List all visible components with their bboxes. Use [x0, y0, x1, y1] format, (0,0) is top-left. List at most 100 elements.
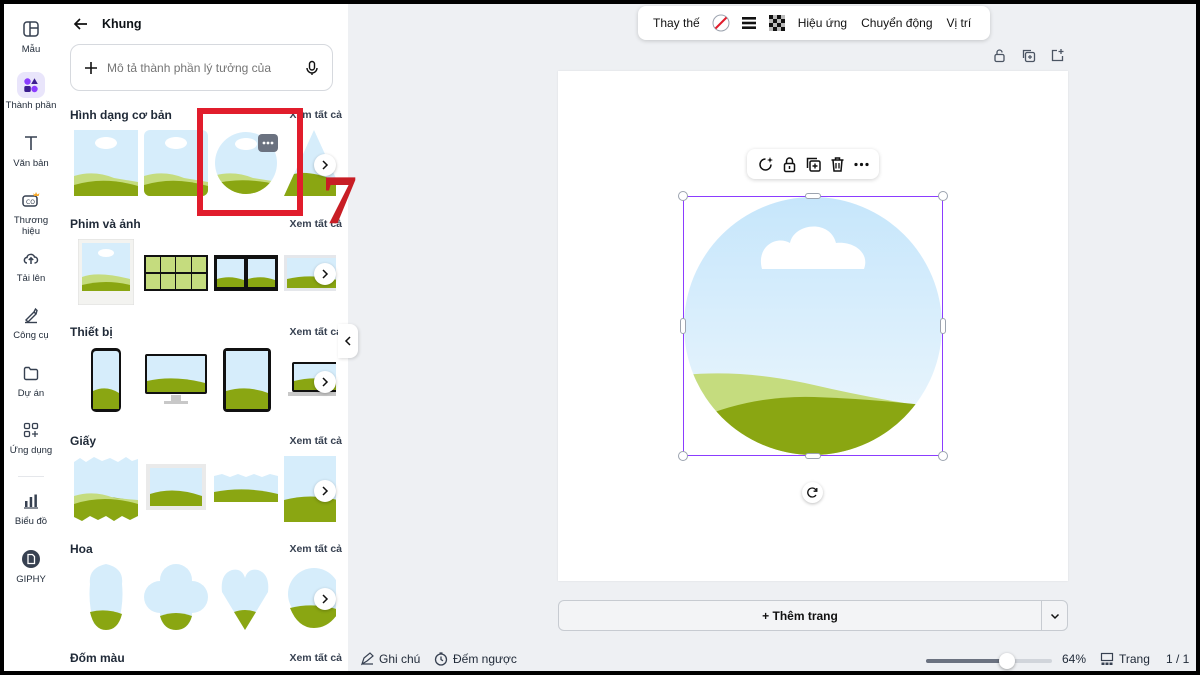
- search-box[interactable]: [70, 44, 333, 91]
- frame-thumbnail-torn-paper[interactable]: [74, 456, 138, 522]
- sidebar-item-brand[interactable]: CO Thương hiệu: [4, 187, 58, 237]
- frame-thumbnail-flower-tall[interactable]: [88, 564, 124, 630]
- scroll-right-button[interactable]: [314, 480, 336, 502]
- sidebar-item-text[interactable]: Văn bản: [4, 130, 58, 178]
- transparency-icon[interactable]: [768, 14, 786, 32]
- notes-button[interactable]: Ghi chú: [360, 652, 420, 666]
- upload-icon: [23, 253, 39, 264]
- frame-thumbnail-paper-strip[interactable]: [214, 474, 278, 504]
- chevron-right-icon: [322, 594, 329, 604]
- border-weight-icon[interactable]: [740, 14, 758, 32]
- section-title: Phim và ảnh: [70, 217, 141, 231]
- sidebar-item-label: Thành phần: [5, 100, 57, 111]
- see-all-link[interactable]: Xem tất cả: [289, 543, 342, 555]
- ai-edit-icon[interactable]: [757, 156, 774, 173]
- sidebar-item-uploads[interactable]: Tải lên: [4, 245, 58, 293]
- effects-button[interactable]: Hiệu ứng: [798, 16, 847, 30]
- see-all-link[interactable]: Xem tất cả: [289, 326, 342, 338]
- add-page-button[interactable]: + Thêm trang: [558, 600, 1042, 631]
- pages-button[interactable]: Trang: [1100, 652, 1150, 666]
- elements-panel: Khung Hình dạng cơ bản Xem tất cả: [58, 4, 348, 671]
- frame-thumbnail-phone[interactable]: [90, 347, 122, 413]
- trash-icon[interactable]: [829, 156, 846, 173]
- sidebar-item-elements[interactable]: Thành phần: [4, 72, 58, 120]
- section-blobs: Đốm màu Xem tất cả: [58, 651, 348, 671]
- frame-thumbnail-square[interactable]: [74, 130, 138, 196]
- frame-thumbnail-polaroid[interactable]: [78, 239, 134, 305]
- resize-handle-bottom-left[interactable]: [678, 451, 688, 461]
- see-all-link[interactable]: Xem tất cả: [289, 435, 342, 447]
- sidebar-item-tools[interactable]: Công cụ: [4, 302, 58, 350]
- microphone-icon[interactable]: [304, 60, 320, 76]
- section-title: Thiết bị: [70, 325, 113, 339]
- no-color-icon[interactable]: [712, 14, 730, 32]
- resize-handle-bottom[interactable]: [805, 453, 821, 459]
- section-title: Hoa: [70, 542, 93, 556]
- frame-thumbnail-desktop[interactable]: [144, 353, 208, 407]
- resize-handle-left[interactable]: [680, 318, 686, 334]
- section-devices: Thiết bị Xem tất cả: [58, 325, 348, 421]
- frame-thumbnail-flower-round[interactable]: [144, 564, 208, 630]
- add-page-icon[interactable]: [1050, 48, 1065, 63]
- scroll-right-button[interactable]: [314, 263, 336, 285]
- zoom-slider[interactable]: [926, 653, 1052, 669]
- animate-button[interactable]: Chuyển động: [861, 16, 932, 30]
- frame-thumbnail-film-strip[interactable]: [214, 255, 278, 291]
- notes-label: Ghi chú: [379, 652, 421, 666]
- frame-thumbnail-paper-border[interactable]: [144, 456, 208, 522]
- chevron-right-icon: [322, 377, 329, 387]
- brand-icon: CO: [22, 192, 40, 207]
- thumbnail-row: [70, 456, 336, 526]
- sidebar-item-label: Ứng dụng: [9, 445, 53, 456]
- sidebar-item-projects[interactable]: Dự án: [4, 360, 58, 408]
- timer-button[interactable]: Đếm ngược: [434, 652, 517, 666]
- duplicate-icon[interactable]: [805, 156, 822, 173]
- more-options-icon[interactable]: [853, 156, 870, 173]
- sidebar-item-label: Công cụ: [13, 330, 49, 341]
- resize-handle-right[interactable]: [940, 318, 946, 334]
- folder-icon: [23, 366, 39, 381]
- scroll-right-button[interactable]: [314, 588, 336, 610]
- lock-page-icon[interactable]: [992, 48, 1007, 63]
- back-arrow-icon[interactable]: [72, 15, 90, 33]
- collapse-panel-button[interactable]: [338, 324, 358, 358]
- section-paper: Giấy Xem tất cả: [58, 434, 348, 530]
- thumbnail-row: [70, 564, 336, 634]
- highlight-box: [197, 108, 303, 216]
- replace-button[interactable]: Thay thế: [653, 16, 700, 30]
- sidebar-item-label: Dự án: [17, 388, 45, 399]
- sidebar-item-label: Tải lên: [16, 273, 46, 284]
- resize-handle-top[interactable]: [805, 193, 821, 199]
- zoom-slider-knob[interactable]: [999, 653, 1015, 669]
- sidebar-item-label: GIPHY: [16, 574, 46, 585]
- sidebar-item-templates[interactable]: Mẫu: [4, 16, 58, 64]
- giphy-icon: [22, 550, 40, 568]
- chevron-down-icon: [1050, 613, 1059, 619]
- sidebar-item-charts[interactable]: Biểu đồ: [4, 488, 58, 536]
- position-button[interactable]: Vị trí: [947, 16, 972, 30]
- see-all-link[interactable]: Xem tất cả: [289, 652, 342, 664]
- plus-icon[interactable]: [83, 60, 99, 76]
- duplicate-page-icon[interactable]: [1021, 48, 1036, 63]
- section-title: Hình dạng cơ bản: [70, 108, 172, 122]
- frame-thumbnail-tablet[interactable]: [222, 347, 272, 413]
- frame-thumbnail-film-grid[interactable]: [144, 255, 208, 291]
- resize-handle-bottom-right[interactable]: [938, 451, 948, 461]
- add-page-dropdown[interactable]: [1041, 600, 1068, 631]
- zoom-level[interactable]: 64%: [1062, 652, 1086, 666]
- element-action-bar: [747, 149, 879, 179]
- lock-icon[interactable]: [781, 156, 798, 173]
- context-toolbar: Thay thế Hiệu ứng Chuyển động Vị trí: [638, 6, 990, 40]
- chevron-left-icon: [344, 336, 351, 346]
- frame-thumbnail-flower-heart[interactable]: [220, 564, 270, 630]
- sidebar-item-giphy[interactable]: GIPHY: [4, 546, 58, 594]
- rotate-handle[interactable]: [802, 482, 823, 503]
- sidebar-item-apps[interactable]: Ứng dụng: [4, 417, 58, 465]
- resize-handle-top-left[interactable]: [678, 191, 688, 201]
- scroll-right-button[interactable]: [314, 371, 336, 393]
- search-input[interactable]: [107, 60, 304, 75]
- resize-handle-top-right[interactable]: [938, 191, 948, 201]
- apps-icon: [23, 422, 39, 438]
- section-flowers: Hoa Xem tất cả: [58, 542, 348, 638]
- chevron-right-icon: [322, 269, 329, 279]
